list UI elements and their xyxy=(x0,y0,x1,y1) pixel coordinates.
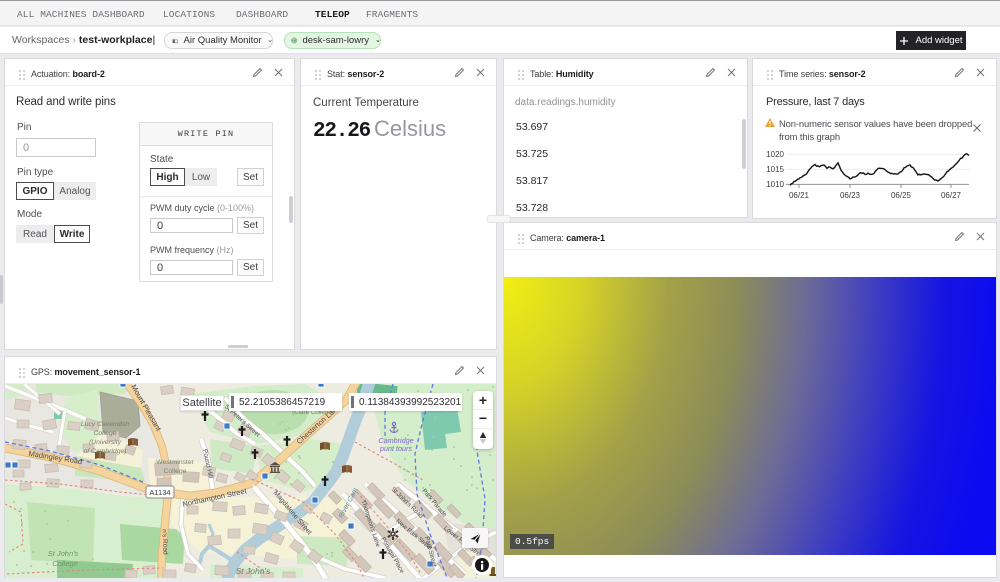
svg-text:A1134: A1134 xyxy=(149,488,170,497)
svg-text:St John's: St John's xyxy=(236,566,271,576)
svg-text:06/27: 06/27 xyxy=(941,191,962,200)
svg-text:of Cambridge): of Cambridge) xyxy=(83,448,126,455)
svg-text:College: College xyxy=(93,430,116,437)
svg-text:n's Road: n's Road xyxy=(160,529,168,555)
svg-text:Westminster: Westminster xyxy=(156,459,194,466)
svg-text:(University: (University xyxy=(89,439,122,446)
svg-text:1010: 1010 xyxy=(766,180,784,189)
svg-text:1015: 1015 xyxy=(766,165,784,174)
svg-text:06/21: 06/21 xyxy=(789,191,810,200)
svg-text:06/23: 06/23 xyxy=(840,191,861,200)
svg-text:06/25: 06/25 xyxy=(891,191,912,200)
svg-text:College: College xyxy=(52,559,77,568)
svg-text:College: College xyxy=(163,468,186,475)
svg-text:1020: 1020 xyxy=(766,150,784,159)
svg-text:punt tours: punt tours xyxy=(379,444,412,453)
svg-text:St John's: St John's xyxy=(48,549,79,558)
svg-text:Lucy Cavendish: Lucy Cavendish xyxy=(81,421,130,428)
